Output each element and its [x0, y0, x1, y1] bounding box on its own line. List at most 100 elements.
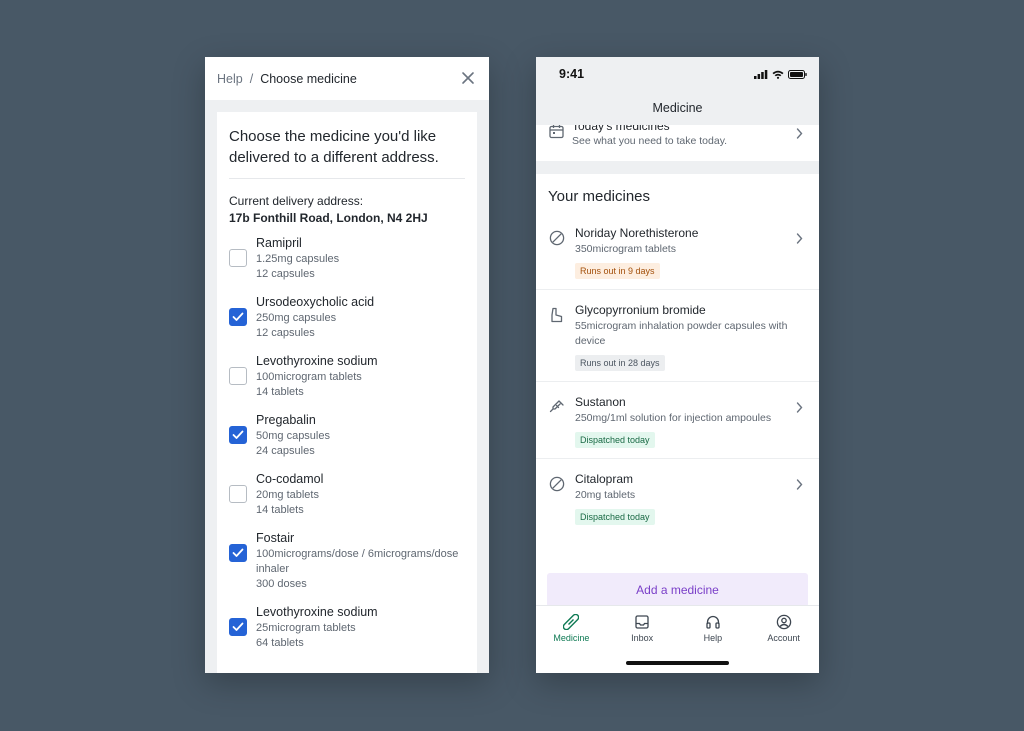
medicine-info: Levothyroxine sodium 100microgram tablet… — [256, 353, 378, 400]
medicine-checkbox[interactable] — [229, 308, 247, 326]
your-medicines-list: Noriday Norethisterone 350microgram tabl… — [536, 213, 819, 535]
medicine-strength: 50mg capsules — [256, 430, 330, 442]
divider — [229, 178, 465, 179]
medicine-strength: 100microgram tablets — [256, 371, 362, 383]
pill-icon — [549, 230, 565, 251]
panel-header: Help / Choose medicine — [205, 57, 489, 100]
list-item[interactable]: Noriday Norethisterone 350microgram tabl… — [536, 213, 819, 290]
chevron-right-icon — [796, 128, 803, 139]
delivery-address-label: Current delivery address: — [229, 194, 364, 208]
medicine-description: 20mg tablets — [575, 489, 636, 501]
list-item[interactable]: Co-codamol 20mg tablets 14 tablets — [229, 471, 465, 518]
list-item[interactable]: Sustanon 250mg/1ml solution for injectio… — [536, 382, 819, 459]
tab-account[interactable]: Account — [748, 606, 819, 673]
breadcrumb-help-link[interactable]: Help — [217, 72, 243, 86]
capsule-icon — [563, 614, 580, 630]
syringe-icon — [549, 399, 565, 420]
headset-icon — [706, 615, 720, 629]
todays-medicines-row[interactable]: Today's medicines See what you need to t… — [536, 125, 819, 161]
wifi-icon — [772, 70, 784, 79]
signal-icon — [754, 69, 768, 79]
chevron-right-icon — [796, 402, 803, 413]
medicine-quantity: 12 capsules — [256, 327, 315, 339]
medicine-name: Citalopram — [575, 472, 634, 486]
medicine-name: Levothyroxine sodium — [256, 605, 378, 619]
medicine-quantity: 24 capsules — [256, 445, 315, 457]
medicine-strength: 25microgram tablets — [256, 622, 356, 634]
status-icons — [754, 69, 807, 79]
medicine-description: 250mg/1ml solution for injection ampoule… — [575, 412, 772, 424]
your-medicines-section: Your medicines Noriday Norethisterone 35… — [536, 174, 819, 673]
medicine-info: Ramipril 1.25mg capsules 12 capsules — [256, 235, 339, 282]
medicine-quantity: 300 doses — [256, 578, 307, 590]
status-badge: Dispatched today — [575, 509, 655, 525]
medicine-info: Fostair 100micrograms/dose / 6micrograms… — [256, 530, 465, 592]
status-time: 9:41 — [559, 67, 585, 81]
medicine-description: 55microgram inhalation powder capsules w… — [575, 320, 788, 347]
medicine-name: Pregabalin — [256, 413, 316, 427]
medicine-checkbox[interactable] — [229, 618, 247, 636]
todays-medicines-title: Today's medicines — [572, 125, 670, 133]
pill-icon — [549, 476, 565, 497]
todays-medicines-subtitle: See what you need to take today. — [572, 135, 728, 147]
medicine-name: Glycopyrronium bromide — [575, 303, 706, 317]
medicine-checkbox[interactable] — [229, 249, 247, 267]
medicine-name: Ramipril — [256, 236, 302, 250]
list-item[interactable]: Citalopram 20mg tablets Dispatched today — [536, 459, 819, 535]
medicine-quantity: 64 tablets — [256, 637, 304, 649]
list-item[interactable]: Pregabalin 50mg capsules 24 capsules — [229, 412, 465, 459]
close-icon[interactable] — [461, 71, 475, 85]
medicine-quantity: 14 tablets — [256, 386, 304, 398]
medicine-checkbox[interactable] — [229, 367, 247, 385]
calendar-icon — [549, 125, 564, 139]
medicine-info: Ursodeoxycholic acid 250mg capsules 12 c… — [256, 294, 374, 341]
tab-label: Account — [767, 633, 800, 643]
medicine-quantity: 12 capsules — [256, 268, 315, 280]
medicine-strength: 100micrograms/dose / 6micrograms/dose in… — [256, 548, 459, 575]
list-item[interactable]: Ramipril 1.25mg capsules 12 capsules — [229, 235, 465, 282]
list-item[interactable]: Levothyroxine sodium 100microgram tablet… — [229, 353, 465, 400]
breadcrumb-separator: / — [249, 71, 254, 86]
status-badge: Runs out in 28 days — [575, 355, 665, 371]
medicine-info: Co-codamol 20mg tablets 14 tablets — [256, 471, 323, 518]
page-title: Choose the medicine you'd like delivered… — [229, 128, 439, 166]
inbox-icon — [635, 615, 649, 629]
medicine-checkbox[interactable] — [229, 544, 247, 562]
inhaler-icon — [549, 307, 565, 328]
list-item[interactable]: Glycopyrronium bromide 55microgram inhal… — [536, 290, 819, 382]
home-indicator — [626, 661, 729, 665]
battery-icon — [788, 69, 807, 79]
choose-medicine-card: Choose the medicine you'd like delivered… — [217, 112, 477, 673]
tab-label: Inbox — [631, 633, 654, 643]
medicine-checkbox[interactable] — [229, 426, 247, 444]
medicine-checkbox[interactable] — [229, 485, 247, 503]
add-medicine-button[interactable]: Add a medicine — [547, 573, 808, 607]
medicine-info: Levothyroxine sodium 25microgram tablets… — [256, 604, 378, 651]
chevron-right-icon — [796, 479, 803, 490]
tab-label: Medicine — [553, 633, 590, 643]
medicine-name: Noriday Norethisterone — [575, 226, 699, 240]
choose-medicine-panel: Help / Choose medicine Choose the medici… — [205, 57, 489, 673]
list-item[interactable]: Levothyroxine sodium 25microgram tablets… — [229, 604, 465, 651]
delivery-address-value: 17b Fonthill Road, London, N4 2HJ — [229, 211, 428, 225]
medicine-strength: 1.25mg capsules — [256, 253, 340, 265]
tab-label: Help — [703, 633, 723, 643]
todays-medicines-content: Today's medicines See what you need to t… — [549, 125, 727, 148]
phone-screen: 9:41 Medicine Today's medicines See what… — [536, 57, 819, 673]
medicine-strength: 250mg capsules — [256, 312, 337, 324]
medicine-checkbox-list: Ramipril 1.25mg capsules 12 capsules Urs… — [229, 235, 465, 651]
status-badge: Dispatched today — [575, 432, 655, 448]
nav-title: Medicine — [652, 101, 703, 115]
todays-medicines-text: Today's medicines See what you need to t… — [572, 125, 727, 148]
status-bar: 9:41 — [536, 57, 819, 91]
chevron-right-icon — [796, 233, 803, 244]
medicine-name: Sustanon — [575, 395, 626, 409]
tab-medicine[interactable]: Medicine — [536, 606, 607, 673]
account-icon — [776, 614, 791, 630]
medicine-name: Fostair — [256, 531, 295, 545]
list-item[interactable]: Fostair 100micrograms/dose / 6micrograms… — [229, 530, 465, 592]
list-item[interactable]: Ursodeoxycholic acid 250mg capsules 12 c… — [229, 294, 465, 341]
medicine-name: Ursodeoxycholic acid — [256, 295, 375, 309]
medicine-name: Levothyroxine sodium — [256, 354, 378, 368]
medicine-strength: 20mg tablets — [256, 489, 319, 501]
